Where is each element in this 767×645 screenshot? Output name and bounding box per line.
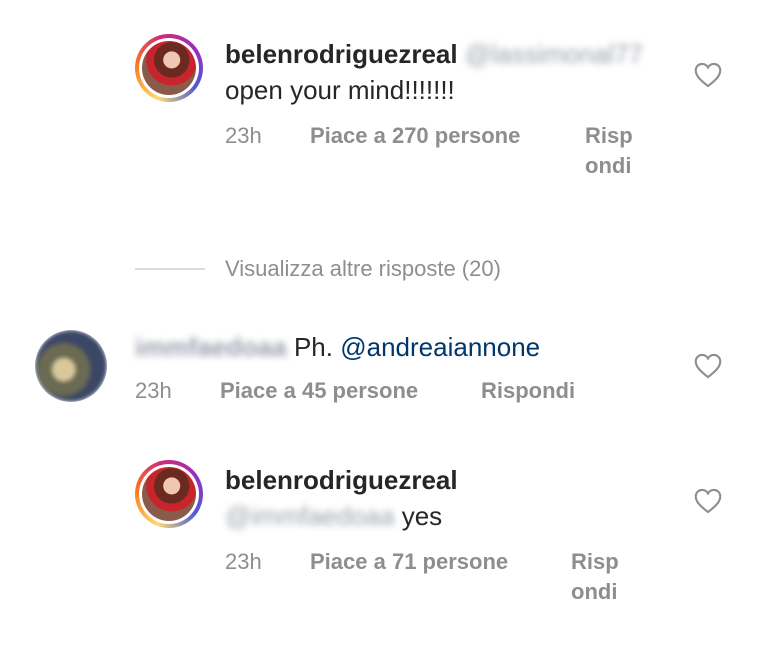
comment-text: @immfaedoaa yes <box>225 500 442 532</box>
comment-time: 23h <box>225 549 262 574</box>
comment-header: belenrodriguezreal @lassimonal77 <box>225 38 643 70</box>
text-prefix: Ph. <box>293 332 333 362</box>
heart-outline-icon[interactable] <box>694 488 722 514</box>
comment-time: 23h <box>225 123 262 148</box>
avatar[interactable] <box>135 460 203 528</box>
comment-text: immfaedoaa Ph. @andreaiannone <box>135 331 540 363</box>
blurred-username[interactable]: immfaedoaa <box>135 331 287 363</box>
reply-button[interactable]: Rispondi <box>585 121 635 181</box>
blurred-mention[interactable]: @lassimonal77 <box>465 38 643 70</box>
view-more-replies[interactable]: Visualizza altre risposte (20) <box>225 254 501 284</box>
mention-link[interactable]: @andreaiannone <box>340 332 540 362</box>
username: belenrodriguezreal <box>225 464 458 496</box>
username[interactable]: belenrodriguezreal <box>225 39 458 69</box>
avatar[interactable] <box>135 34 203 102</box>
likes-count[interactable]: Piace a 270 persone <box>310 123 520 148</box>
heart-outline-icon[interactable] <box>694 62 722 88</box>
comment-time: 23h <box>135 378 172 403</box>
blurred-mention[interactable]: @immfaedoaa <box>225 500 394 532</box>
likes-count[interactable]: Piace a 45 persone <box>220 378 418 403</box>
reply-button[interactable]: Rispondi <box>571 547 621 607</box>
heart-outline-icon[interactable] <box>694 353 722 379</box>
avatar[interactable] <box>35 330 107 402</box>
comment-body: yes <box>401 501 443 531</box>
username-text[interactable]: belenrodriguezreal <box>225 465 458 495</box>
replies-divider <box>135 268 205 270</box>
reply-button[interactable]: Rispondi <box>481 378 575 403</box>
comment-text: open your mind!!!!!!! <box>225 75 455 105</box>
likes-count[interactable]: Piace a 71 persone <box>310 549 508 574</box>
